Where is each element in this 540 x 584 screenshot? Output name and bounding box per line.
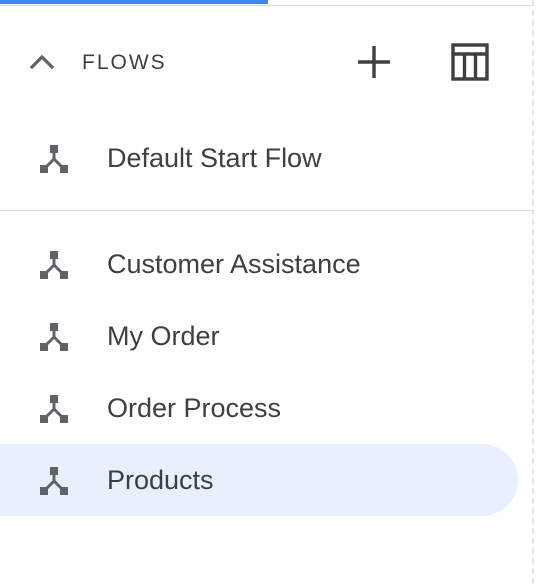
flow-icon (40, 395, 68, 423)
flow-item-products[interactable]: Products (0, 444, 518, 516)
flow-label: My Order (107, 321, 220, 351)
flow-label: Customer Assistance (107, 249, 361, 279)
flow-icon (40, 323, 68, 351)
table-view-button[interactable] (446, 38, 494, 86)
flows-section-header: FLOWS (0, 24, 532, 100)
tab-strip (0, 0, 532, 6)
collapse-section-button[interactable] (26, 46, 58, 78)
active-tab-indicator (0, 0, 268, 4)
flow-label: Products (107, 465, 214, 495)
flow-icon (40, 145, 68, 173)
section-title: FLOWS (82, 51, 167, 74)
flow-item-customer-assistance[interactable]: Customer Assistance (0, 228, 518, 300)
flow-label: Default Start Flow (107, 143, 322, 173)
plus-icon (358, 46, 390, 78)
flow-icon (40, 251, 68, 279)
flow-icon (40, 467, 68, 495)
flows-panel: FLOWS Default Start Flow Customer Assist… (0, 0, 540, 584)
add-flow-button[interactable] (352, 40, 396, 84)
flow-item-my-order[interactable]: My Order (0, 300, 518, 372)
section-divider (0, 210, 532, 211)
flow-item-order-process[interactable]: Order Process (0, 372, 518, 444)
chevron-up-icon (29, 54, 55, 70)
flow-label: Order Process (107, 393, 282, 423)
flow-item-default-start-flow[interactable]: Default Start Flow (0, 122, 518, 194)
table-view-icon (451, 43, 489, 81)
